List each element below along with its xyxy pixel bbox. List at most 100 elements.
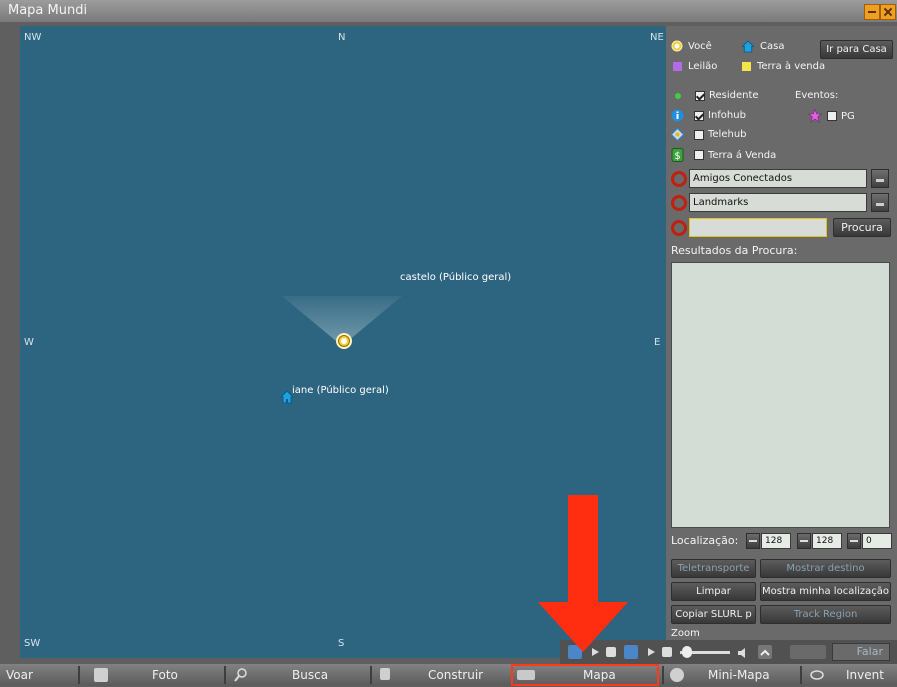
- legend-telehub-label: Telehub: [708, 129, 747, 140]
- legend-auction-label: Leilão: [688, 61, 718, 72]
- events-label: Eventos:: [795, 90, 839, 101]
- window-titlebar[interactable]: Mapa Mundi: [0, 0, 897, 22]
- volume-slider-handle[interactable]: [682, 646, 692, 658]
- map-button-highlight: [511, 664, 659, 686]
- build-label: Construir: [428, 668, 484, 682]
- clear-button[interactable]: Limpar: [671, 582, 756, 601]
- legend-infohub: Infohub: [671, 109, 746, 122]
- search-tool-button[interactable]: Busca: [230, 666, 366, 684]
- legend-pg: PG: [808, 109, 855, 123]
- land-sale-checkbox[interactable]: [694, 150, 704, 160]
- search-tool-label: Busca: [292, 668, 329, 682]
- cube-icon: [380, 668, 390, 680]
- search-button[interactable]: Procura: [833, 218, 891, 237]
- search-marker-icon: [671, 220, 687, 236]
- legend-home: Casa: [741, 40, 784, 53]
- compass-s: S: [338, 638, 345, 649]
- inventory-icon: [810, 668, 824, 682]
- landmarks-marker-icon: [671, 195, 687, 211]
- pointer-arrow-shaft: [568, 495, 598, 605]
- landmarks-dropdown[interactable]: Landmarks: [689, 193, 867, 212]
- window-title: Mapa Mundi: [8, 3, 88, 18]
- friends-dropdown[interactable]: Amigos Conectados: [689, 169, 867, 188]
- money-icon: $: [671, 148, 684, 162]
- build-button[interactable]: Construir: [376, 666, 506, 684]
- search-input[interactable]: [689, 218, 827, 237]
- legend-you: Você: [671, 40, 712, 52]
- show-destination-button[interactable]: Mostrar destino: [760, 559, 891, 578]
- compass-sw: SW: [24, 638, 41, 649]
- track-region-button[interactable]: Track Region: [760, 605, 891, 624]
- fly-button[interactable]: Voar: [6, 666, 76, 684]
- infohub-checkbox[interactable]: [694, 110, 704, 121]
- legend-you-label: Você: [688, 40, 712, 52]
- play-media-icon[interactable]: [644, 645, 658, 659]
- fly-label: Voar: [6, 668, 33, 682]
- inventory-button[interactable]: Invent: [806, 666, 897, 684]
- legend-telehub: Telehub: [671, 128, 747, 141]
- auction-swatch: [673, 62, 682, 71]
- minimap-icon: [670, 668, 684, 682]
- location-z-stepper[interactable]: [847, 533, 861, 549]
- minimize-icon[interactable]: [864, 4, 880, 20]
- pointer-arrow-icon: [538, 602, 628, 652]
- legend-land-for-sale-label: Terra à venda: [757, 61, 826, 72]
- location-x-field[interactable]: 128: [761, 533, 791, 549]
- toolbar-divider: [662, 666, 664, 684]
- speak-button[interactable]: Falar: [832, 643, 890, 661]
- land-for-sale-swatch: [742, 62, 751, 71]
- legend-resident: Residente: [675, 90, 759, 101]
- minimap-button[interactable]: Mini-Mapa: [666, 666, 798, 684]
- pg-checkbox[interactable]: [827, 111, 837, 121]
- compass-w: W: [24, 337, 34, 348]
- inventory-label: Invent: [846, 668, 884, 682]
- stop-media-icon[interactable]: [662, 647, 672, 657]
- chevron-up-icon[interactable]: [758, 645, 772, 659]
- voice-settings-icon[interactable]: [790, 645, 826, 659]
- compass-e: E: [654, 337, 661, 348]
- friends-dropdown-toggle[interactable]: [871, 169, 889, 188]
- location-y-stepper[interactable]: [797, 533, 811, 549]
- search-results-list[interactable]: [671, 262, 890, 528]
- svg-text:$: $: [674, 151, 680, 162]
- landmarks-dropdown-toggle[interactable]: [871, 193, 889, 212]
- toolbar-divider: [224, 666, 226, 684]
- legend-infohub-label: Infohub: [708, 110, 746, 121]
- close-icon[interactable]: [880, 4, 896, 20]
- search-results-label: Resultados da Procura:: [671, 244, 798, 257]
- telehub-icon: [671, 128, 684, 141]
- zoom-label: Zoom: [671, 628, 700, 639]
- legend-home-label: Casa: [760, 41, 785, 52]
- location-x-stepper[interactable]: [746, 533, 760, 549]
- compass-nw: NW: [24, 32, 42, 43]
- show-my-location-button[interactable]: Mostra minha localização: [760, 582, 891, 601]
- copy-slurl-button[interactable]: Copiar SLURL p: [671, 605, 756, 624]
- resident-dot-icon: [675, 92, 681, 99]
- camera-icon: [94, 668, 108, 682]
- resident-checkbox[interactable]: [695, 90, 705, 101]
- bottom-toolbar: Voar Foto Busca Construir Mapa Mini-Mapa…: [0, 664, 897, 686]
- photo-label: Foto: [152, 668, 178, 682]
- compass-ne: NE: [650, 32, 664, 43]
- legend-land-for-sale: Terra à venda: [742, 61, 825, 72]
- speaker-icon[interactable]: [736, 645, 750, 659]
- teleport-button[interactable]: Teletransporte: [671, 559, 756, 578]
- region-label-castle[interactable]: castelo (Público geral): [400, 272, 511, 283]
- home-legend-icon: [741, 40, 755, 53]
- go-home-button[interactable]: Ir para Casa: [820, 40, 893, 59]
- minimap-label: Mini-Mapa: [708, 668, 770, 682]
- you-position-icon[interactable]: [336, 333, 352, 349]
- toolbar-divider: [78, 666, 80, 684]
- photo-button[interactable]: Foto: [90, 666, 220, 684]
- legend-land-sale: $ Terra á Venda: [671, 148, 776, 162]
- location-y-field[interactable]: 128: [812, 533, 842, 549]
- speak-label: Falar: [856, 645, 883, 658]
- star-icon: [808, 109, 822, 123]
- location-z-field[interactable]: 0: [862, 533, 892, 549]
- region-label-home[interactable]: iane (Público geral): [292, 385, 389, 396]
- legend-auction: Leilão: [673, 61, 717, 72]
- legend-resident-label: Residente: [709, 90, 759, 101]
- legend-pg-label: PG: [841, 110, 855, 122]
- you-icon: [671, 40, 683, 52]
- telehub-checkbox[interactable]: [694, 129, 704, 140]
